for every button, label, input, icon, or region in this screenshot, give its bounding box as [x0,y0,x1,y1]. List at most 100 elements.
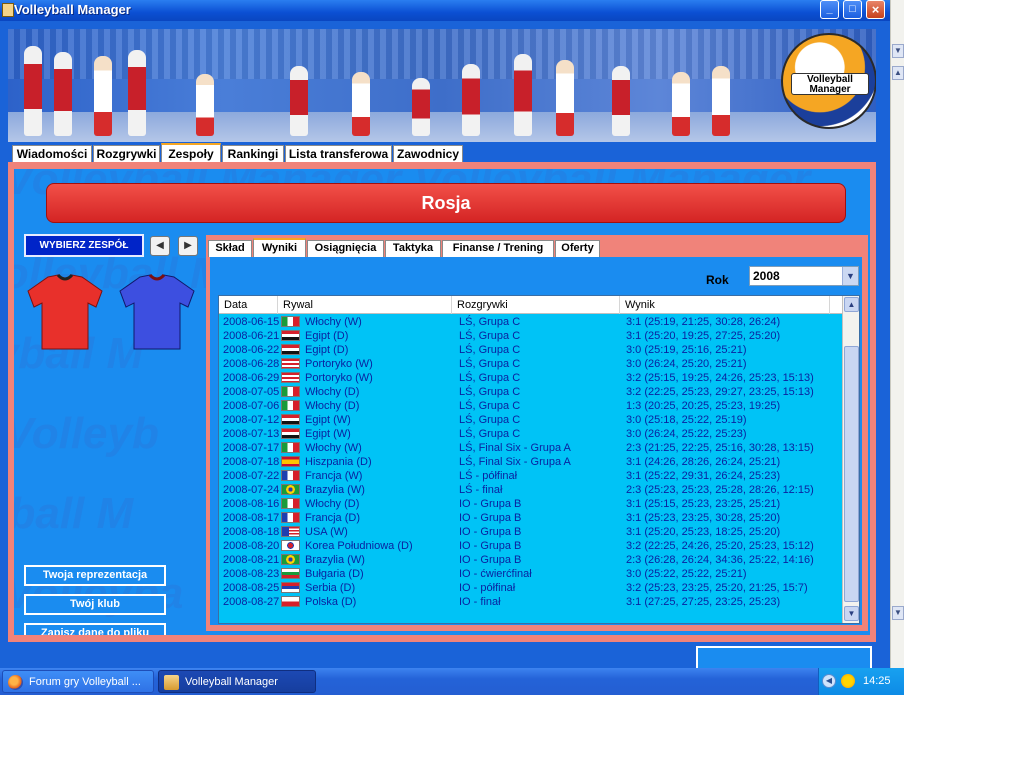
table-row[interactable]: 2008-07-22 Francja (W) LŚ - półfinał 3:1 (2… [219,470,843,484]
scroll-down-icon[interactable]: ▼ [844,606,859,621]
my-club-button[interactable]: Twój klub [24,594,166,615]
previous-team-button[interactable]: ◀ [150,236,170,256]
flag-icon [281,568,300,579]
tab-tactics[interactable]: Taktyka [385,240,441,257]
scroll-up-icon[interactable]: ▲ [844,297,859,312]
flag-icon [281,386,300,397]
table-row[interactable]: 2008-07-05 Włochy (D) LŚ, Grupa C 3:2 (22:2… [219,386,843,400]
tab-squad[interactable]: Skład [208,240,252,257]
away-shirt-icon [119,273,195,350]
tab-teams[interactable]: Zespoły [161,143,221,163]
table-row[interactable]: 2008-07-06 Włochy (D) LŚ, Grupa C 1:3 (20:2… [219,400,843,414]
tab-competitions[interactable]: Rozgrywki [93,145,160,163]
header-result[interactable]: Wynik [620,296,830,314]
row-date: 2008-07-05 [223,386,280,398]
flag-icon [281,372,300,383]
scroll-up-icon[interactable]: ▲ [892,66,904,80]
tray-expand-icon[interactable]: ◀ [822,674,836,688]
year-select[interactable]: 2008 ▼ [749,266,859,286]
tray-app-icon[interactable] [841,674,855,688]
flag-icon [281,316,300,327]
row-competition: LŚ, Grupa C [459,316,521,328]
tab-results[interactable]: Wyniki [253,238,306,257]
header-date[interactable]: Data [219,296,278,314]
row-opponent: Francja (W) [305,470,363,482]
table-row[interactable]: 2008-08-16 Włochy (D) IO - Grupa B 3:1 (25:… [219,498,843,512]
table-row[interactable]: 2008-08-17 Francja (D) IO - Grupa B 3:1 (25… [219,512,843,526]
tab-rankings[interactable]: Rankingi [222,145,284,163]
row-opponent: Włochy (W) [305,442,362,454]
table-row[interactable]: 2008-07-12 Egipt (W) LŚ, Grupa C 3:0 (25:18… [219,414,843,428]
close-button[interactable]: × [866,0,885,19]
table-row[interactable]: 2008-07-13 Egipt (W) LŚ, Grupa C 3:0 (26:24… [219,428,843,442]
title-bar[interactable]: Volleyball Manager _ □ × [0,0,890,21]
tab-news[interactable]: Wiadomości [12,145,92,163]
table-row[interactable]: 2008-07-17 Włochy (W) LŚ, Final Six - Grup… [219,442,843,456]
save-to-file-button[interactable]: Zapisz dane do pliku [24,623,166,635]
national-team-button[interactable]: Twoja reprezentacja [24,565,166,586]
table-row[interactable]: 2008-06-21 Egipt (D) LŚ, Grupa C 3:1 (25:20… [219,330,843,344]
banner-player [196,74,214,136]
volleyball-manager-logo: Volleyball Manager [781,33,876,129]
scroll-down-icon[interactable]: ▼ [892,606,904,620]
flag-icon [281,554,300,565]
row-competition: LŚ, Final Six - Grupa A [459,442,571,454]
tab-finance-training[interactable]: Finanse / Trening [442,240,554,257]
banner-image: Volleyball Manager [8,29,876,142]
row-opponent: Włochy (D) [305,386,360,398]
flag-icon [281,442,300,453]
row-date: 2008-07-06 [223,400,280,412]
results-panel: Skład Wyniki Osiągnięcia Taktyka Finanse… [206,235,868,631]
table-row[interactable]: 2008-06-29 Portoryko (W) LŚ, Grupa C 3:2 (2… [219,372,843,386]
header-opponent[interactable]: Rywal [278,296,452,314]
table-row[interactable]: 2008-06-22 Egipt (D) LŚ, Grupa C 3:0 (25:19… [219,344,843,358]
chevron-down-icon[interactable]: ▼ [842,267,858,285]
row-opponent: Bułgaria (D) [305,568,364,580]
row-opponent: Portoryko (W) [305,358,373,370]
table-row[interactable]: 2008-08-18 USA (W) IO - Grupa B 3:1 (25:20,… [219,526,843,540]
background-window-scrollbar[interactable]: ▼ ▲ ▼ [890,0,904,668]
banner-player [514,54,532,136]
row-result: 3:1 (27:25, 27:25, 23:25, 25:23) [626,596,781,608]
row-opponent: Hiszpania (D) [305,456,372,468]
table-row[interactable]: 2008-08-21 Brazylia (W) IO - Grupa B 2:3 (2… [219,554,843,568]
table-row[interactable]: 2008-08-27 Polska (D) IO - finał 3:1 (27:25… [219,596,843,610]
tab-transfer-list[interactable]: Lista transferowa [285,145,392,163]
maximize-button[interactable]: □ [843,0,862,19]
logo-text: Volleyball Manager [791,73,869,95]
minimize-button[interactable]: _ [820,0,839,19]
taskbar-forum-button[interactable]: Forum gry Volleyball ... [2,670,154,693]
tab-players[interactable]: Zawodnicy [393,145,463,163]
table-row[interactable]: 2008-08-20 Korea Południowa (D) IO - Grupa… [219,540,843,554]
continue-button[interactable] [696,646,872,668]
flag-icon [281,344,300,355]
scroll-thumb[interactable] [844,346,859,602]
row-opponent: Brazylia (W) [305,484,365,496]
row-opponent: Korea Południowa (D) [305,540,413,552]
row-opponent: Włochy (D) [305,400,360,412]
row-competition: LŚ, Grupa C [459,358,521,370]
table-row[interactable]: 2008-08-23 Bułgaria (D) IO - ćwierćfinał 3:… [219,568,843,582]
scroll-down-icon[interactable]: ▼ [892,44,904,58]
header-competition[interactable]: Rozgrywki [452,296,620,314]
table-row[interactable]: 2008-07-24 Brazylia (W) LŚ - finał 2:3 (25:… [219,484,843,498]
banner-player [412,78,430,136]
taskbar-volleyball-manager-button[interactable]: Volleyball Manager [158,670,316,693]
clock[interactable]: 14:25 [863,668,891,695]
row-competition: IO - finał [459,596,501,608]
row-opponent: Włochy (D) [305,498,360,510]
tab-achievements[interactable]: Osiągnięcia [307,240,384,257]
table-row[interactable]: 2008-06-15 Włochy (W) LŚ, Grupa C 3:1 (25:1… [219,316,843,330]
teams-panel-inner: Volleyball Manager Volleyball Manager Vo… [14,169,870,635]
table-row[interactable]: 2008-07-18 Hiszpania (D) LŚ, Final Six - G… [219,456,843,470]
results-scrollbar[interactable]: ▲ ▼ [842,296,859,623]
row-result: 3:0 (25:19, 25:16, 25:21) [626,344,747,356]
flag-icon [281,428,300,439]
row-competition: LŚ, Grupa C [459,386,521,398]
table-row[interactable]: 2008-08-25 Serbia (D) IO - półfinał 3:2 (25… [219,582,843,596]
next-team-button[interactable]: ▶ [178,236,198,256]
table-row[interactable]: 2008-06-28 Portoryko (W) LŚ, Grupa C 3:0 (2… [219,358,843,372]
results-list[interactable]: Data Rywal Rozgrywki Wynik 2008-06-15 Wło… [218,295,860,624]
tab-offers[interactable]: Oferty [555,240,600,257]
row-opponent: Portoryko (W) [305,372,373,384]
